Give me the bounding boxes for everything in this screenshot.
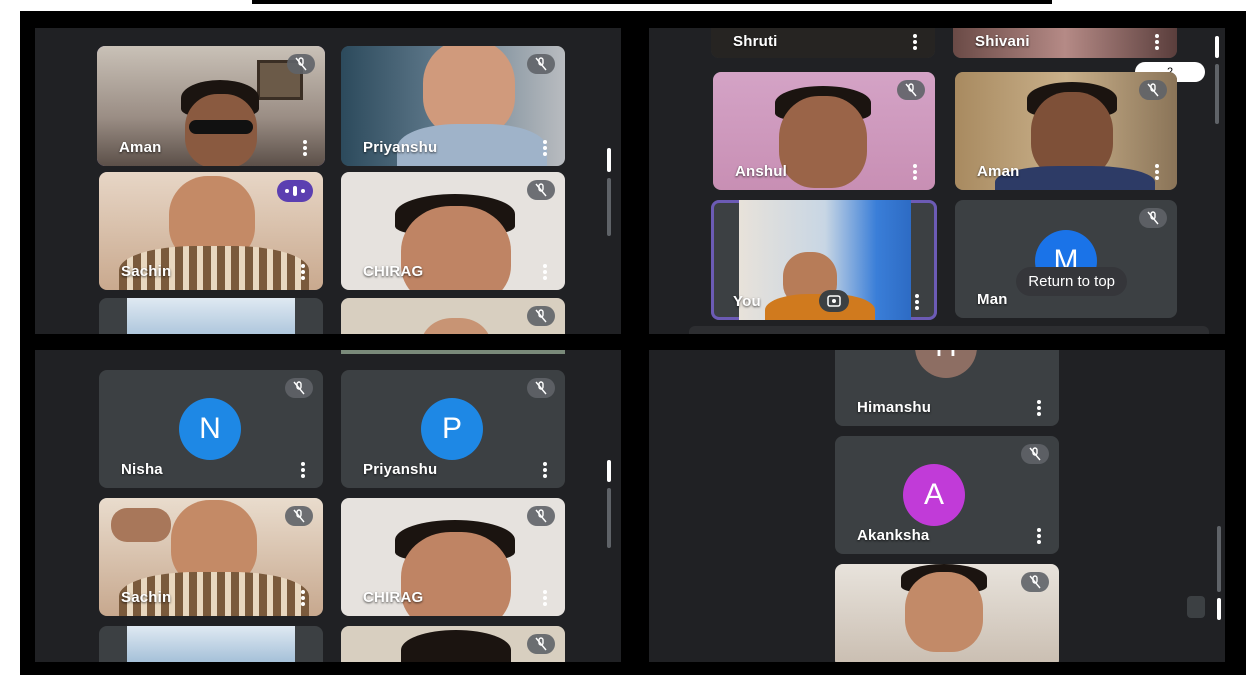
participant-tile-himanshu[interactable]: H Himanshu <box>835 350 1059 426</box>
participant-tile-m[interactable]: M Man Return to top <box>955 200 1177 318</box>
person-face <box>779 96 867 188</box>
participant-name: You <box>733 293 761 310</box>
mic-off-icon <box>527 54 555 74</box>
scrollbar-thumb[interactable] <box>607 460 611 482</box>
more-vert-icon[interactable] <box>543 264 547 280</box>
sunglasses <box>189 120 253 134</box>
scrollbar-track[interactable] <box>1217 526 1221 592</box>
mic-off-icon <box>527 378 555 398</box>
avatar-initial: A <box>903 464 965 526</box>
more-vert-icon[interactable] <box>543 590 547 606</box>
participant-tile-chirag[interactable]: CHIRAG <box>341 498 565 616</box>
more-vert-icon[interactable] <box>915 294 919 310</box>
participant-name: Aman <box>977 163 1020 180</box>
participant-tile-nisha[interactable]: N Nisha <box>99 370 323 488</box>
participant-name: CHIRAG <box>363 589 424 606</box>
video-background <box>127 626 295 662</box>
mic-off-icon <box>527 180 555 200</box>
participant-tile-shruti[interactable]: Shruti <box>711 28 935 58</box>
participant-tile-shivani[interactable]: Shivani <box>953 28 1177 58</box>
more-vert-icon[interactable] <box>543 140 547 156</box>
screenshot-panel-4: H Himanshu A Akanksha <box>649 350 1225 662</box>
floating-control[interactable] <box>1187 596 1205 618</box>
more-vert-icon[interactable] <box>301 590 305 606</box>
participant-tile-partial[interactable] <box>99 626 323 662</box>
more-vert-icon[interactable] <box>1155 164 1159 180</box>
more-vert-icon[interactable] <box>913 34 917 50</box>
mic-off-icon <box>285 378 313 398</box>
participant-tile-partial[interactable] <box>341 626 565 662</box>
participant-name: Akanksha <box>857 527 930 544</box>
participant-name: Priyanshu <box>363 461 438 478</box>
raised-hand <box>111 508 171 542</box>
camera-switch-icon[interactable] <box>819 290 849 312</box>
mic-off-icon <box>527 634 555 654</box>
participant-tile-sachin[interactable]: Sachin <box>99 172 323 290</box>
more-vert-icon[interactable] <box>1155 34 1159 50</box>
mic-off-icon <box>527 506 555 526</box>
participant-name: Nisha <box>121 461 163 478</box>
participant-tile-anshul[interactable]: Anshul <box>713 72 935 190</box>
participant-name: Shivani <box>975 33 1030 50</box>
mic-off-icon <box>897 80 925 100</box>
participant-name: Man <box>977 291 1008 308</box>
more-vert-icon[interactable] <box>301 264 305 280</box>
more-vert-icon[interactable] <box>1037 528 1041 544</box>
participant-tile-aman[interactable]: Aman <box>955 72 1177 190</box>
scrollbar-thumb[interactable] <box>1217 598 1221 620</box>
bottom-bar <box>689 326 1209 334</box>
collage-frame: Aman Priyanshu Sachin CHIRAG Shruti Shiv… <box>20 11 1246 675</box>
mic-off-icon <box>1139 208 1167 228</box>
mic-off-icon <box>1021 572 1049 592</box>
participant-tile-partial[interactable] <box>99 298 323 334</box>
person-face <box>423 46 515 136</box>
more-vert-icon[interactable] <box>913 164 917 180</box>
avatar-initial: P <box>421 398 483 460</box>
speaking-indicator-icon <box>277 180 313 202</box>
screenshot-panel-3: N Nisha P Priyanshu Sachin CHIRAG <box>35 350 621 662</box>
screenshot-panel-1: Aman Priyanshu Sachin CHIRAG <box>35 28 621 334</box>
participant-name: Shruti <box>733 33 778 50</box>
more-vert-icon[interactable] <box>303 140 307 156</box>
avatar-initial: N <box>179 398 241 460</box>
participant-name: Himanshu <box>857 399 932 416</box>
participant-name: CHIRAG <box>363 263 424 280</box>
participant-tile-you[interactable]: You <box>711 200 937 320</box>
participant-tile-video[interactable] <box>835 564 1059 662</box>
scrollbar-track[interactable] <box>607 178 611 236</box>
scrollbar-thumb[interactable] <box>607 148 611 172</box>
person-face <box>905 572 983 652</box>
participant-name: Anshul <box>735 163 788 180</box>
video-background <box>127 298 295 334</box>
avatar-initial: H <box>915 350 977 378</box>
top-border-line <box>252 0 1052 4</box>
participant-tile-priyanshu[interactable]: P Priyanshu <box>341 370 565 488</box>
participant-name: Aman <box>119 139 162 156</box>
mic-off-icon <box>1139 80 1167 100</box>
scrollbar-track[interactable] <box>1215 64 1219 124</box>
mic-off-icon <box>527 306 555 326</box>
scrollbar-thumb[interactable] <box>1215 36 1219 58</box>
participant-name: Sachin <box>121 263 172 280</box>
scrollbar-track[interactable] <box>607 488 611 548</box>
more-vert-icon[interactable] <box>543 462 547 478</box>
mic-off-icon <box>287 54 315 74</box>
top-divider <box>341 350 565 354</box>
mic-off-icon <box>1021 444 1049 464</box>
person-hair <box>401 630 511 662</box>
more-vert-icon[interactable] <box>301 462 305 478</box>
more-vert-icon[interactable] <box>1037 400 1041 416</box>
participant-tile-aman[interactable]: Aman <box>97 46 325 166</box>
participant-tile-akanksha[interactable]: A Akanksha <box>835 436 1059 554</box>
participant-name: Sachin <box>121 589 172 606</box>
participant-tile-partial[interactable] <box>341 298 565 334</box>
participant-tile-chirag[interactable]: CHIRAG <box>341 172 565 290</box>
participant-tile-priyanshu[interactable]: Priyanshu <box>341 46 565 166</box>
participant-tile-sachin[interactable]: Sachin <box>99 498 323 616</box>
screenshot-panel-2: Shruti Shivani 2 Anshul Aman <box>649 28 1225 334</box>
mic-off-icon <box>285 506 313 526</box>
return-to-top-button[interactable]: Return to top <box>1016 267 1127 296</box>
participant-name: Priyanshu <box>363 139 438 156</box>
